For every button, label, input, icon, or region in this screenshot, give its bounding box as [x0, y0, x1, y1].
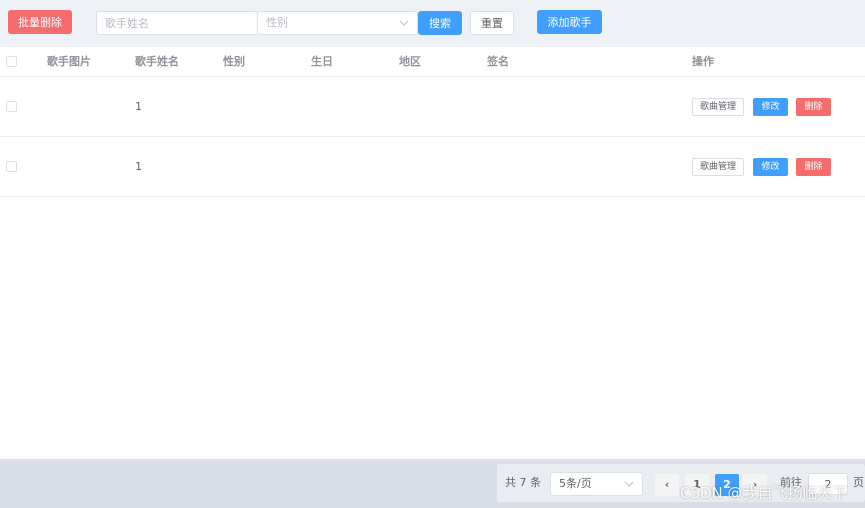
chevron-down-icon: [399, 12, 409, 43]
prev-page-button[interactable]: ‹: [655, 474, 679, 496]
gender-select-placeholder: 性别: [266, 16, 288, 29]
select-all-checkbox[interactable]: [6, 56, 17, 67]
row-checkbox[interactable]: [6, 161, 17, 172]
edit-button[interactable]: 修改: [753, 158, 788, 176]
toolbar: 批量删除 性别 搜索 重置 添加歌手: [0, 0, 865, 46]
delete-button[interactable]: 删除: [796, 98, 831, 116]
singer-management-page: 批量删除 性别 搜索 重置 添加歌手 歌手图片 歌手姓名 性别 生日 地区 签名…: [0, 0, 865, 508]
watermark: CSDN @我自飞扬临天下: [680, 484, 848, 502]
header-name: 歌手姓名: [135, 55, 179, 68]
goto-suffix: 页: [853, 476, 864, 489]
page-size-value: 5条/页: [559, 477, 592, 490]
search-name-input[interactable]: [96, 11, 258, 35]
table-header: 歌手图片 歌手姓名 性别 生日 地区 签名 操作: [0, 47, 865, 77]
table-row: 1 歌曲管理 修改 删除: [0, 137, 865, 197]
singer-name-cell: 1: [135, 100, 142, 113]
header-sex: 性别: [223, 55, 245, 68]
singer-table: 歌手图片 歌手姓名 性别 生日 地区 签名 操作 1 歌曲管理 修改 删除 1 …: [0, 47, 865, 459]
table-row: 1 歌曲管理 修改 删除: [0, 77, 865, 137]
search-button[interactable]: 搜索: [418, 11, 462, 35]
song-manage-button[interactable]: 歌曲管理: [692, 98, 744, 116]
batch-delete-button[interactable]: 批量删除: [8, 10, 72, 34]
song-manage-button[interactable]: 歌曲管理: [692, 158, 744, 176]
header-birth: 生日: [311, 55, 333, 68]
add-singer-button[interactable]: 添加歌手: [537, 10, 602, 34]
header-location: 地区: [399, 55, 421, 68]
edit-button[interactable]: 修改: [753, 98, 788, 116]
gender-select[interactable]: 性别: [257, 11, 418, 35]
header-pic: 歌手图片: [47, 55, 91, 68]
pagination-total: 共 7 条: [505, 476, 541, 489]
singer-name-cell: 1: [135, 160, 142, 173]
chevron-down-icon: [624, 473, 634, 504]
page-size-select[interactable]: 5条/页: [550, 472, 643, 496]
row-checkbox[interactable]: [6, 101, 17, 112]
delete-button[interactable]: 删除: [796, 158, 831, 176]
reset-button[interactable]: 重置: [470, 11, 514, 35]
header-intro: 签名: [487, 55, 509, 68]
header-actions: 操作: [692, 55, 714, 68]
